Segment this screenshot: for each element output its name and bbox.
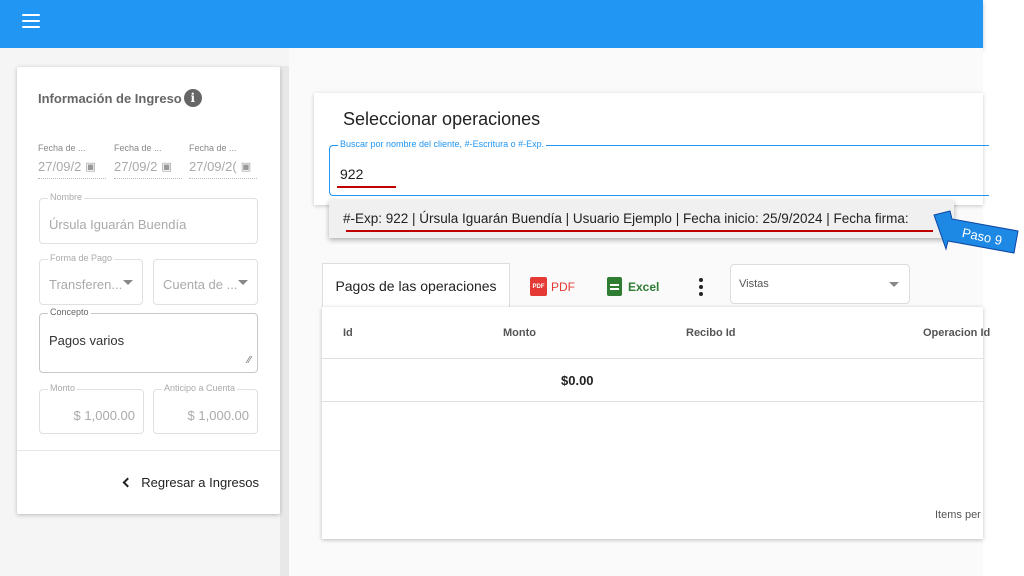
anticipo-field[interactable]: Anticipo a Cuenta $ 1,000.00 xyxy=(153,383,258,434)
anticipo-label: Anticipo a Cuenta xyxy=(162,383,238,393)
operation-search-input[interactable]: Buscar por nombre del cliente, #-Escritu… xyxy=(329,139,989,196)
more-vert-icon[interactable] xyxy=(697,278,705,296)
select-operations-panel: Seleccionar operaciones Buscar por nombr… xyxy=(314,93,989,205)
excel-icon xyxy=(607,277,622,296)
vistas-label: Vistas xyxy=(739,278,769,290)
chevron-down-icon xyxy=(123,280,133,285)
nombre-label: Nombre xyxy=(48,192,85,202)
export-pdf-button[interactable]: PDF PDF xyxy=(530,277,575,296)
monto-value: $ 1,000.00 xyxy=(73,408,135,423)
concepto-label: Concepto xyxy=(48,307,91,317)
date-field-label: Fecha de ... xyxy=(114,143,162,153)
back-to-ingresos-button[interactable]: Regresar a Ingresos xyxy=(122,475,259,490)
income-info-card: Información de Ingreso i Fecha de ... 27… xyxy=(17,67,280,514)
cuenta-select[interactable]: Cuenta de ... xyxy=(153,259,258,305)
forma-pago-label: Forma de Pago xyxy=(48,253,115,263)
nombre-value: Úrsula Iguarán Buendía xyxy=(49,217,187,232)
monto-field[interactable]: Monto $ 1,000.00 xyxy=(39,383,144,434)
column-header-monto[interactable]: Monto xyxy=(503,327,536,339)
date-field-value: 27/09/2( xyxy=(189,159,237,174)
column-header-operacion-id[interactable]: Operacion Id xyxy=(923,327,990,339)
row-divider xyxy=(322,401,983,402)
search-suggestion-item[interactable]: #-Exp: 922 | Úrsula Iguarán Buendía | Us… xyxy=(329,200,954,238)
monto-label: Monto xyxy=(48,383,78,393)
calendar-icon[interactable]: ▣ xyxy=(161,160,171,173)
anticipo-value: $ 1,000.00 xyxy=(187,408,249,423)
date-field-1[interactable]: Fecha de ... 27/09/2 ▣ xyxy=(38,143,106,179)
column-header-id[interactable]: Id xyxy=(343,327,353,339)
step-arrow-callout: Paso 9 xyxy=(933,210,1019,254)
calendar-icon[interactable]: ▣ xyxy=(85,160,95,173)
search-value: 922 xyxy=(340,166,364,182)
concepto-textarea[interactable]: Concepto Pagos varios ⁄⁄ xyxy=(39,307,258,373)
date-field-value: 27/09/2 xyxy=(114,159,158,174)
chevron-left-icon xyxy=(122,477,133,488)
date-field-value: 27/09/2 xyxy=(38,159,82,174)
date-field-2[interactable]: Fecha de ... 27/09/2 ▣ xyxy=(114,143,182,179)
highlight-underline xyxy=(337,186,396,188)
back-label: Regresar a Ingresos xyxy=(141,475,259,490)
export-excel-button[interactable]: Excel xyxy=(607,277,659,296)
app-bar xyxy=(0,0,983,48)
vistas-select[interactable]: Vistas xyxy=(730,264,910,304)
menu-icon[interactable] xyxy=(22,14,40,28)
payments-table: Id Monto Recibo Id Operacion Id $0.00 It… xyxy=(322,307,990,539)
chevron-down-icon xyxy=(238,280,248,285)
resize-handle-icon[interactable]: ⁄⁄ xyxy=(248,355,251,366)
forma-pago-select[interactable]: Forma de Pago Transferen... xyxy=(39,253,143,305)
chevron-down-icon xyxy=(889,282,899,287)
panel-divider xyxy=(280,66,289,576)
items-per-page-label: Items per xyxy=(935,509,981,521)
pdf-label: PDF xyxy=(551,279,575,294)
concepto-value: Pagos varios xyxy=(49,333,125,348)
date-field-label: Fecha de ... xyxy=(38,143,86,153)
cuenta-value: Cuenta de ... xyxy=(163,277,238,292)
search-label: Buscar por nombre del cliente, #-Escritu… xyxy=(338,139,547,149)
calendar-icon[interactable]: ▣ xyxy=(241,160,251,173)
date-field-label: Fecha de ... xyxy=(189,143,237,153)
date-field-3[interactable]: Fecha de ... 27/09/2( ▣ xyxy=(189,143,257,179)
excel-label: Excel xyxy=(628,279,660,294)
select-operations-title: Seleccionar operaciones xyxy=(343,109,541,129)
nombre-field[interactable]: Nombre Úrsula Iguarán Buendía xyxy=(39,192,258,244)
forma-pago-value: Transferen... xyxy=(49,277,123,292)
total-amount: $0.00 xyxy=(561,373,594,388)
header-divider xyxy=(322,358,983,359)
card-divider xyxy=(17,450,280,451)
highlight-underline xyxy=(346,230,933,232)
pdf-icon: PDF xyxy=(530,277,547,296)
income-info-title: Información de Ingreso i xyxy=(38,89,202,107)
tab-pagos-operaciones[interactable]: Pagos de las operaciones xyxy=(322,263,510,307)
income-info-title-text: Información de Ingreso xyxy=(38,90,182,106)
column-header-recibo-id[interactable]: Recibo Id xyxy=(686,327,736,339)
suggestion-text: #-Exp: 922 | Úrsula Iguarán Buendía | Us… xyxy=(343,211,909,226)
info-icon[interactable]: i xyxy=(183,89,202,107)
